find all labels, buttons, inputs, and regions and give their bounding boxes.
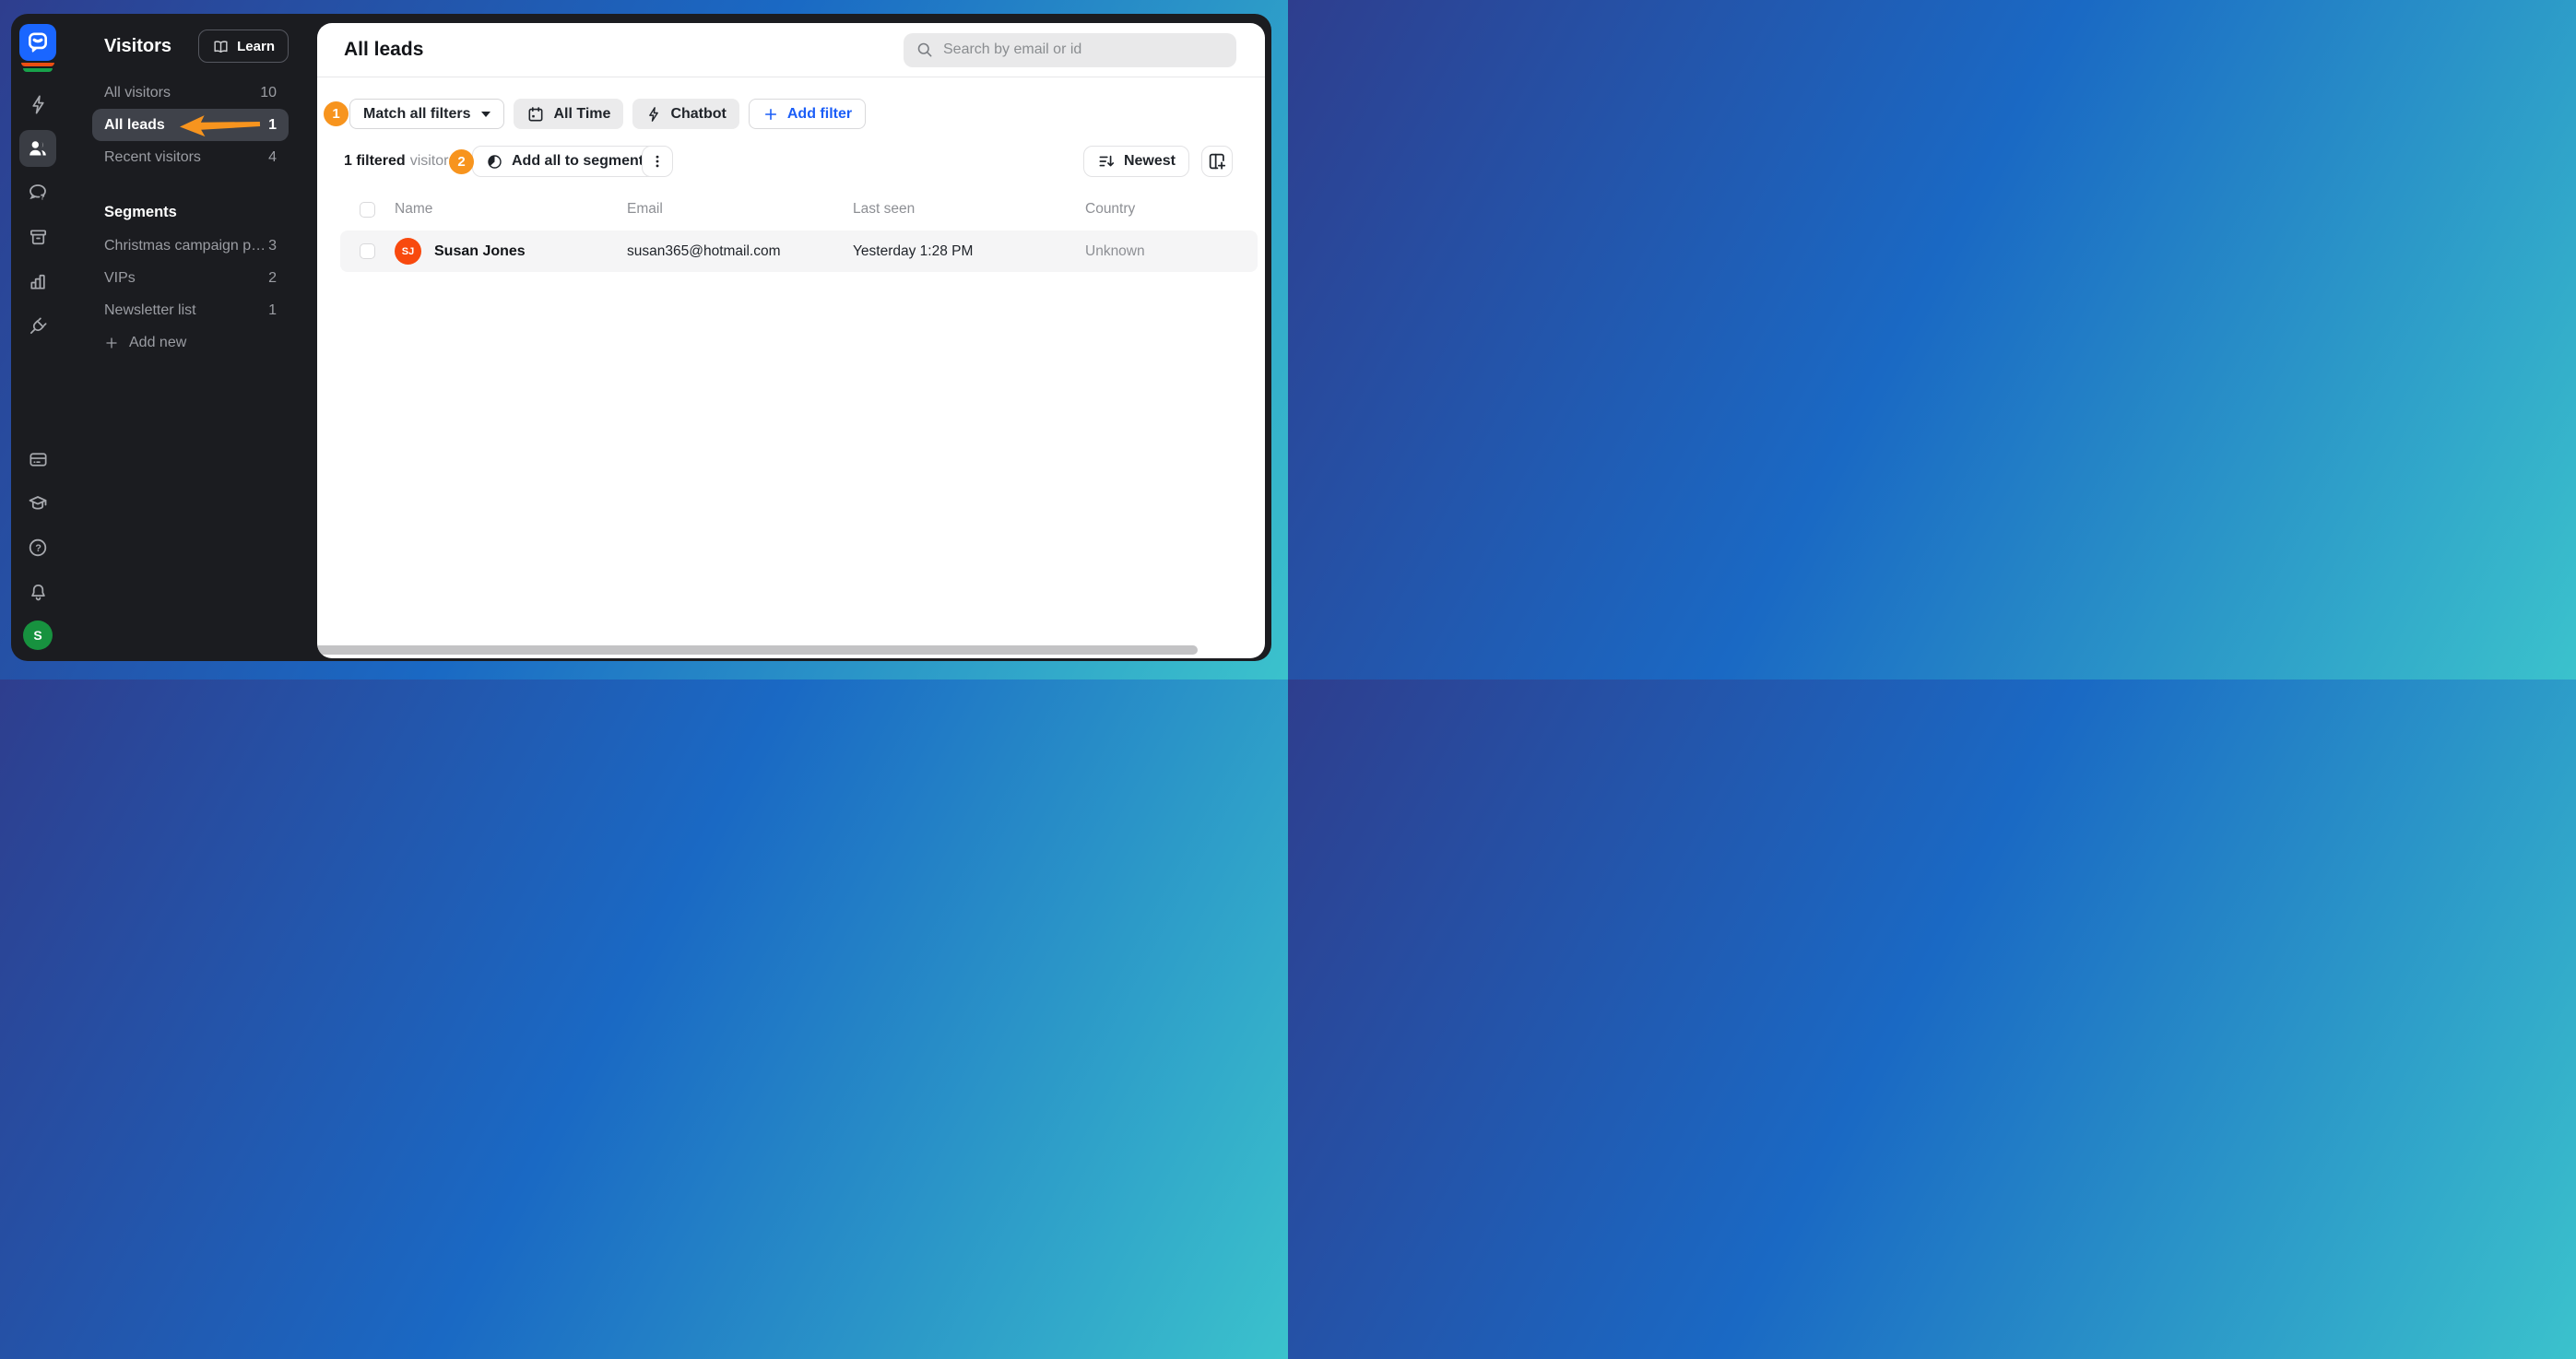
row-avatar: SJ [395,238,421,265]
select-all-checkbox[interactable] [360,201,375,218]
sidebar-item-segment-vips[interactable]: VIPs 2 [92,262,289,294]
user-avatar[interactable]: S [23,620,53,650]
column-header-name[interactable]: Name [395,201,627,218]
sidebar-item-segment-newsletter[interactable]: Newsletter list 1 [92,294,289,326]
rail-item-visitors[interactable] [19,130,56,167]
logo-stripe-orange [21,63,54,66]
column-header-country[interactable]: Country [1085,201,1258,218]
add-new-segment-button[interactable]: Add new [92,326,317,359]
row-checkbox[interactable] [360,243,375,259]
more-actions-button[interactable] [642,146,673,177]
chevron-down-icon [481,111,491,117]
rail-item-academy[interactable] [19,485,56,522]
columns-plus-icon [1207,151,1227,171]
sidebar-item-segment-christmas[interactable]: Christmas campaign p… 3 [92,230,289,262]
search-box[interactable] [904,32,1236,67]
search-input[interactable] [943,41,1224,58]
search-icon [916,41,934,59]
sort-button[interactable]: Newest [1082,146,1189,177]
count-badge: 2 [268,269,277,286]
column-header-email[interactable]: Email [627,201,853,218]
column-header-last-seen[interactable]: Last seen [853,201,1085,218]
lightning-icon [28,94,49,115]
sidebar: Visitors Learn All visitors 10 All leads [65,14,317,661]
chat-question-icon: ? [27,182,49,204]
rail-item-reports[interactable] [19,263,56,300]
segment-pie-icon [486,153,503,171]
row-last-seen: Yesterday 1:28 PM [853,242,974,259]
lightning-icon [645,106,662,123]
plus-icon [104,336,119,350]
main-panel: All leads 1 Match all filters All Time [317,23,1265,658]
page-title: All leads [344,39,424,60]
count-badge: 4 [268,148,277,165]
segments-list: Christmas campaign p… 3 VIPs 2 Newslette… [65,230,317,359]
app-window: ? ? S Visitors Learn All visitors 10 All… [11,14,1271,661]
people-icon [27,137,49,160]
help-icon: ? [27,537,49,559]
row-name: Susan Jones [434,242,526,259]
count-badge: 1 [268,116,277,133]
add-all-to-segment-button[interactable]: Add all to segment [472,146,658,177]
chatbot-logo-icon [19,24,56,61]
row-country: Unknown [1085,242,1145,259]
table-header: Name Email Last seen Country [340,191,1258,228]
graduation-cap-icon [27,492,49,514]
add-filter-button[interactable]: Add filter [748,99,867,129]
time-filter-button[interactable]: All Time [514,99,624,129]
sort-desc-icon [1097,152,1116,171]
horizontal-scrollbar[interactable] [317,645,1198,655]
plus-icon [762,106,779,123]
filters-row: 1 Match all filters All Time Chatbot Add… [324,99,1265,129]
chatbot-logo[interactable] [19,24,56,72]
panel-header: All leads [317,23,1265,77]
match-filters-dropdown[interactable]: Match all filters [349,99,505,129]
calendar-icon [526,105,545,124]
annotation-arrow [179,111,263,138]
sidebar-item-recent-visitors[interactable]: Recent visitors 4 [92,141,289,173]
filtered-count-text: 1 filtered visitors [344,153,456,169]
rail-item-archives[interactable] [19,219,56,255]
toolbar-row: 1 filtered visitors 2 Add all to segment [344,146,1265,177]
rail-item-notifications[interactable] [19,573,56,610]
rail-item-integrations[interactable] [19,307,56,344]
rail-item-billing[interactable] [19,441,56,478]
sidebar-title: Visitors [104,35,171,56]
rail-item-chats[interactable]: ? [19,174,56,211]
plug-icon [28,315,49,337]
manage-columns-button[interactable] [1201,146,1233,177]
sidebar-item-all-leads[interactable]: All leads 1 [92,109,289,141]
learn-button[interactable]: Learn [198,30,289,63]
logo-stripe-green [23,68,53,72]
rail-item-automation[interactable] [19,86,56,123]
count-badge: 3 [268,237,277,254]
annotation-badge-2: 2 [449,148,474,174]
segments-title: Segments [104,204,177,220]
count-badge: 10 [260,84,277,100]
row-email: susan365@hotmail.com [627,242,781,259]
source-filter-button[interactable]: Chatbot [632,99,739,129]
count-badge: 1 [268,301,277,318]
credit-card-icon [28,449,49,470]
rail-item-help[interactable]: ? [19,529,56,566]
sidebar-item-all-visitors[interactable]: All visitors 10 [92,77,289,109]
svg-text:?: ? [41,193,45,202]
book-icon [212,38,230,55]
icon-rail: ? ? S [11,14,65,661]
visitors-nav-list: All visitors 10 All leads 1 Recent visit… [65,77,317,173]
archive-icon [28,227,49,248]
bar-chart-icon [28,271,49,292]
svg-text:?: ? [35,543,41,554]
annotation-badge-1: 1 [324,101,349,126]
bell-icon [28,582,49,603]
kebab-icon [649,153,666,170]
table-row[interactable]: SJ Susan Jones susan365@hotmail.com Yest… [340,230,1258,272]
